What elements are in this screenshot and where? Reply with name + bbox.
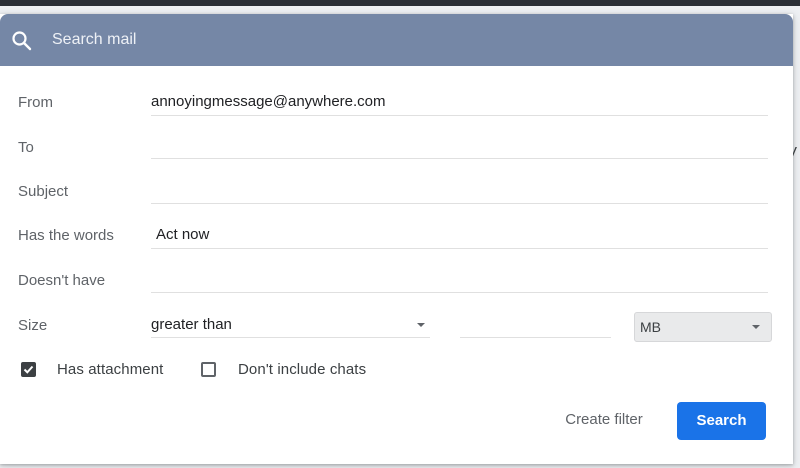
subject-label: Subject xyxy=(18,183,69,200)
create-filter-button[interactable]: Create filter xyxy=(549,402,659,438)
to-label: To xyxy=(18,139,34,156)
check-icon xyxy=(23,365,34,374)
to-field[interactable] xyxy=(151,132,768,156)
search-icon[interactable] xyxy=(11,30,33,52)
dont-include-chats-checkbox[interactable] xyxy=(201,362,216,377)
doesnt-have-field[interactable] xyxy=(151,266,768,290)
size-amount-field[interactable] xyxy=(460,311,611,335)
subject-field-wrap xyxy=(151,177,768,204)
from-field-wrap xyxy=(151,89,768,116)
dont-include-chats-label[interactable]: Don't include chats xyxy=(238,361,366,378)
search-button[interactable]: Search xyxy=(677,402,766,440)
has-words-label: Has the words xyxy=(18,227,114,244)
has-attachment-label[interactable]: Has attachment xyxy=(57,361,163,378)
advanced-search-panel: From To Subject Has the words Doesn't ha… xyxy=(0,14,793,464)
size-label: Size xyxy=(18,317,48,334)
chevron-down-icon xyxy=(417,323,425,327)
size-unit-select[interactable]: MB xyxy=(634,312,772,342)
chevron-down-icon xyxy=(752,325,760,329)
has-words-field[interactable] xyxy=(151,222,773,246)
has-words-field-wrap xyxy=(151,222,773,249)
size-unit-value: MB xyxy=(640,319,661,335)
search-input[interactable] xyxy=(52,27,652,53)
subject-field[interactable] xyxy=(151,177,768,201)
doesnt-have-label: Doesn't have xyxy=(18,272,106,289)
size-comparator-select[interactable]: greater than xyxy=(151,311,430,338)
size-comparator-value: greater than xyxy=(151,316,232,333)
has-attachment-checkbox[interactable] xyxy=(21,362,36,377)
to-field-wrap xyxy=(151,132,768,159)
from-field[interactable] xyxy=(151,89,768,113)
size-amount-wrap xyxy=(460,311,611,338)
doesnt-have-field-wrap xyxy=(151,266,768,293)
from-label: From xyxy=(18,94,53,111)
search-bar xyxy=(0,14,793,66)
